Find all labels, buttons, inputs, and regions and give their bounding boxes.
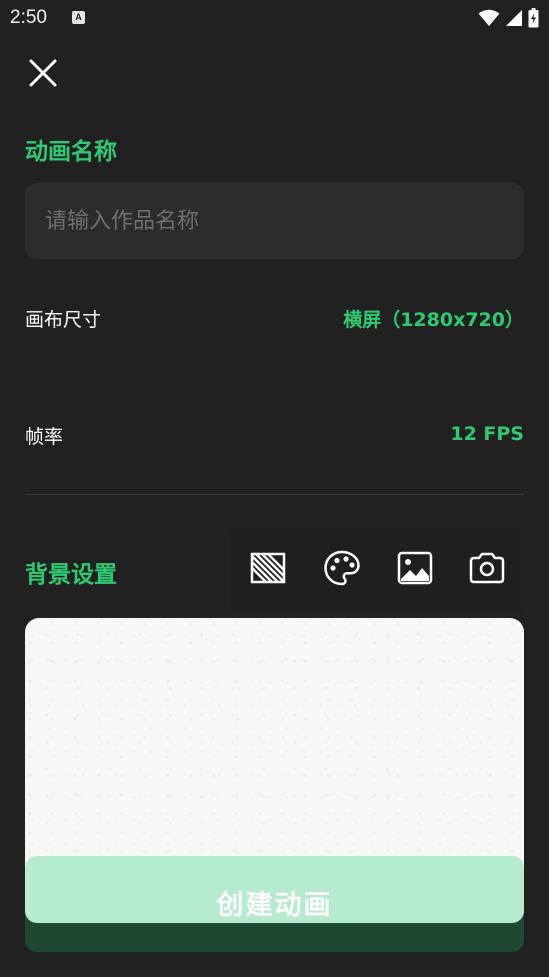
palette-icon (324, 550, 360, 586)
transparent-background-button[interactable] (248, 548, 288, 588)
image-icon (397, 551, 433, 585)
wifi-icon (478, 9, 500, 26)
frame-rate-label: 帧率 (25, 426, 64, 448)
transparent-pattern-icon (250, 552, 286, 584)
background-settings-title: 背景设置 (25, 562, 117, 588)
canvas-size-label: 画布尺寸 (25, 309, 102, 331)
canvas-size-value[interactable]: 横屏（1280x720） (343, 305, 524, 332)
create-animation-button[interactable]: 创建动画 (25, 856, 524, 923)
status-icons (478, 8, 539, 28)
notification-a-icon: A (72, 11, 85, 24)
color-background-button[interactable] (322, 548, 362, 588)
divider (25, 494, 524, 495)
animation-name-title: 动画名称 (25, 139, 117, 165)
close-icon (29, 59, 57, 87)
close-button[interactable] (26, 56, 60, 90)
frame-rate-value[interactable]: 12 FPS (450, 423, 524, 445)
animation-name-input[interactable] (25, 183, 524, 259)
battery-charging-icon (528, 8, 539, 28)
status-bar: 2:50 A (0, 0, 549, 38)
cellular-signal-icon (506, 10, 522, 26)
image-background-button[interactable] (395, 548, 435, 588)
status-time: 2:50 (10, 7, 47, 28)
camera-icon (469, 552, 505, 584)
camera-background-button[interactable] (467, 548, 507, 588)
